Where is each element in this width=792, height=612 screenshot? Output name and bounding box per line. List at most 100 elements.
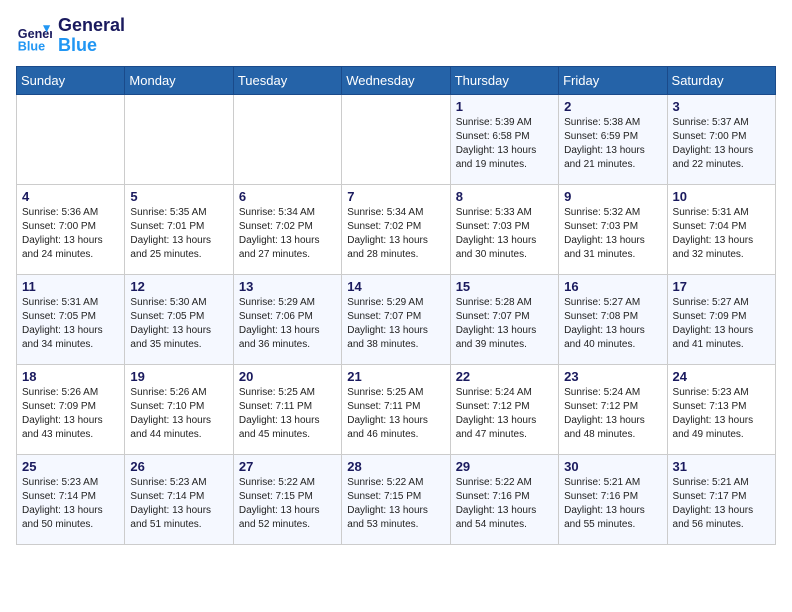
weekday-header: Monday bbox=[125, 66, 233, 94]
day-info: Sunrise: 5:39 AM Sunset: 6:58 PM Dayligh… bbox=[456, 116, 553, 172]
day-number: 12 bbox=[130, 279, 227, 294]
day-info: Sunrise: 5:29 AM Sunset: 7:07 PM Dayligh… bbox=[347, 296, 444, 352]
calendar-cell: 31 Sunrise: 5:21 AM Sunset: 7:17 PM Dayli… bbox=[667, 454, 775, 544]
page-header: General Blue General Blue bbox=[16, 16, 776, 56]
day-info: Sunrise: 5:35 AM Sunset: 7:01 PM Dayligh… bbox=[130, 206, 227, 262]
logo: General Blue General Blue bbox=[16, 16, 125, 56]
day-number: 3 bbox=[673, 99, 770, 114]
day-number: 11 bbox=[22, 279, 119, 294]
day-info: Sunrise: 5:33 AM Sunset: 7:03 PM Dayligh… bbox=[456, 206, 553, 262]
day-number: 24 bbox=[673, 369, 770, 384]
day-number: 16 bbox=[564, 279, 661, 294]
calendar-cell: 19 Sunrise: 5:26 AM Sunset: 7:10 PM Dayli… bbox=[125, 364, 233, 454]
day-info: Sunrise: 5:22 AM Sunset: 7:16 PM Dayligh… bbox=[456, 476, 553, 532]
day-info: Sunrise: 5:23 AM Sunset: 7:13 PM Dayligh… bbox=[673, 386, 770, 442]
calendar-cell: 14 Sunrise: 5:29 AM Sunset: 7:07 PM Dayli… bbox=[342, 274, 450, 364]
day-info: Sunrise: 5:28 AM Sunset: 7:07 PM Dayligh… bbox=[456, 296, 553, 352]
weekday-header: Friday bbox=[559, 66, 667, 94]
day-number: 20 bbox=[239, 369, 336, 384]
weekday-header: Tuesday bbox=[233, 66, 341, 94]
calendar-cell: 4Sunrise: 5:36 AM Sunset: 7:00 PM Daylig… bbox=[17, 184, 125, 274]
weekday-header: Wednesday bbox=[342, 66, 450, 94]
day-number: 1 bbox=[456, 99, 553, 114]
day-info: Sunrise: 5:23 AM Sunset: 7:14 PM Dayligh… bbox=[22, 476, 119, 532]
calendar-cell: 25Sunrise: 5:23 AM Sunset: 7:14 PM Dayli… bbox=[17, 454, 125, 544]
day-number: 8 bbox=[456, 189, 553, 204]
day-number: 28 bbox=[347, 459, 444, 474]
calendar-cell bbox=[125, 94, 233, 184]
weekday-header: Sunday bbox=[17, 66, 125, 94]
calendar-week-row: 25Sunrise: 5:23 AM Sunset: 7:14 PM Dayli… bbox=[17, 454, 776, 544]
calendar-cell bbox=[342, 94, 450, 184]
calendar-cell: 22 Sunrise: 5:24 AM Sunset: 7:12 PM Dayli… bbox=[450, 364, 558, 454]
day-number: 5 bbox=[130, 189, 227, 204]
day-number: 22 bbox=[456, 369, 553, 384]
calendar-cell: 7 Sunrise: 5:34 AM Sunset: 7:02 PM Daylig… bbox=[342, 184, 450, 274]
calendar-cell: 9 Sunrise: 5:32 AM Sunset: 7:03 PM Daylig… bbox=[559, 184, 667, 274]
calendar-table: SundayMondayTuesdayWednesdayThursdayFrid… bbox=[16, 66, 776, 545]
calendar-cell: 5 Sunrise: 5:35 AM Sunset: 7:01 PM Daylig… bbox=[125, 184, 233, 274]
day-info: Sunrise: 5:21 AM Sunset: 7:17 PM Dayligh… bbox=[673, 476, 770, 532]
day-info: Sunrise: 5:27 AM Sunset: 7:09 PM Dayligh… bbox=[673, 296, 770, 352]
day-number: 26 bbox=[130, 459, 227, 474]
day-info: Sunrise: 5:34 AM Sunset: 7:02 PM Dayligh… bbox=[347, 206, 444, 262]
calendar-cell bbox=[233, 94, 341, 184]
calendar-cell: 29Sunrise: 5:22 AM Sunset: 7:16 PM Dayli… bbox=[450, 454, 558, 544]
weekday-header: Thursday bbox=[450, 66, 558, 94]
calendar-cell: 30Sunrise: 5:21 AM Sunset: 7:16 PM Dayli… bbox=[559, 454, 667, 544]
day-number: 6 bbox=[239, 189, 336, 204]
day-number: 14 bbox=[347, 279, 444, 294]
day-number: 10 bbox=[673, 189, 770, 204]
logo-icon: General Blue bbox=[16, 18, 52, 54]
calendar-cell: 8 Sunrise: 5:33 AM Sunset: 7:03 PM Daylig… bbox=[450, 184, 558, 274]
calendar-cell: 13Sunrise: 5:29 AM Sunset: 7:06 PM Dayli… bbox=[233, 274, 341, 364]
day-info: Sunrise: 5:24 AM Sunset: 7:12 PM Dayligh… bbox=[456, 386, 553, 442]
calendar-cell: 10Sunrise: 5:31 AM Sunset: 7:04 PM Dayli… bbox=[667, 184, 775, 274]
calendar-cell: 17Sunrise: 5:27 AM Sunset: 7:09 PM Dayli… bbox=[667, 274, 775, 364]
day-number: 2 bbox=[564, 99, 661, 114]
day-info: Sunrise: 5:30 AM Sunset: 7:05 PM Dayligh… bbox=[130, 296, 227, 352]
svg-text:Blue: Blue bbox=[18, 39, 45, 53]
day-info: Sunrise: 5:31 AM Sunset: 7:05 PM Dayligh… bbox=[22, 296, 119, 352]
weekday-header: Saturday bbox=[667, 66, 775, 94]
day-info: Sunrise: 5:26 AM Sunset: 7:10 PM Dayligh… bbox=[130, 386, 227, 442]
calendar-cell: 3Sunrise: 5:37 AM Sunset: 7:00 PM Daylig… bbox=[667, 94, 775, 184]
day-number: 19 bbox=[130, 369, 227, 384]
calendar-cell: 6Sunrise: 5:34 AM Sunset: 7:02 PM Daylig… bbox=[233, 184, 341, 274]
day-info: Sunrise: 5:29 AM Sunset: 7:06 PM Dayligh… bbox=[239, 296, 336, 352]
day-number: 21 bbox=[347, 369, 444, 384]
weekday-header-row: SundayMondayTuesdayWednesdayThursdayFrid… bbox=[17, 66, 776, 94]
calendar-week-row: 11 Sunrise: 5:31 AM Sunset: 7:05 PM Dayli… bbox=[17, 274, 776, 364]
calendar-cell: 16 Sunrise: 5:27 AM Sunset: 7:08 PM Dayli… bbox=[559, 274, 667, 364]
calendar-cell: 12 Sunrise: 5:30 AM Sunset: 7:05 PM Dayli… bbox=[125, 274, 233, 364]
day-info: Sunrise: 5:27 AM Sunset: 7:08 PM Dayligh… bbox=[564, 296, 661, 352]
calendar-cell: 11 Sunrise: 5:31 AM Sunset: 7:05 PM Dayli… bbox=[17, 274, 125, 364]
day-number: 31 bbox=[673, 459, 770, 474]
calendar-cell: 21 Sunrise: 5:25 AM Sunset: 7:11 PM Dayli… bbox=[342, 364, 450, 454]
calendar-cell: 20 Sunrise: 5:25 AM Sunset: 7:11 PM Dayli… bbox=[233, 364, 341, 454]
calendar-cell: 2 Sunrise: 5:38 AM Sunset: 6:59 PM Daylig… bbox=[559, 94, 667, 184]
calendar-cell: 28 Sunrise: 5:22 AM Sunset: 7:15 PM Dayli… bbox=[342, 454, 450, 544]
day-info: Sunrise: 5:22 AM Sunset: 7:15 PM Dayligh… bbox=[239, 476, 336, 532]
calendar-cell: 26 Sunrise: 5:23 AM Sunset: 7:14 PM Dayli… bbox=[125, 454, 233, 544]
calendar-cell: 23 Sunrise: 5:24 AM Sunset: 7:12 PM Dayli… bbox=[559, 364, 667, 454]
day-info: Sunrise: 5:38 AM Sunset: 6:59 PM Dayligh… bbox=[564, 116, 661, 172]
calendar-cell: 15Sunrise: 5:28 AM Sunset: 7:07 PM Dayli… bbox=[450, 274, 558, 364]
day-number: 23 bbox=[564, 369, 661, 384]
day-info: Sunrise: 5:25 AM Sunset: 7:11 PM Dayligh… bbox=[347, 386, 444, 442]
day-number: 18 bbox=[22, 369, 119, 384]
calendar-cell: 24 Sunrise: 5:23 AM Sunset: 7:13 PM Dayli… bbox=[667, 364, 775, 454]
day-info: Sunrise: 5:23 AM Sunset: 7:14 PM Dayligh… bbox=[130, 476, 227, 532]
day-info: Sunrise: 5:25 AM Sunset: 7:11 PM Dayligh… bbox=[239, 386, 336, 442]
day-info: Sunrise: 5:32 AM Sunset: 7:03 PM Dayligh… bbox=[564, 206, 661, 262]
calendar-cell bbox=[17, 94, 125, 184]
day-info: Sunrise: 5:22 AM Sunset: 7:15 PM Dayligh… bbox=[347, 476, 444, 532]
day-number: 7 bbox=[347, 189, 444, 204]
day-info: Sunrise: 5:21 AM Sunset: 7:16 PM Dayligh… bbox=[564, 476, 661, 532]
day-info: Sunrise: 5:24 AM Sunset: 7:12 PM Dayligh… bbox=[564, 386, 661, 442]
calendar-cell: 27Sunrise: 5:22 AM Sunset: 7:15 PM Dayli… bbox=[233, 454, 341, 544]
day-number: 9 bbox=[564, 189, 661, 204]
calendar-week-row: 4Sunrise: 5:36 AM Sunset: 7:00 PM Daylig… bbox=[17, 184, 776, 274]
calendar-cell: 18Sunrise: 5:26 AM Sunset: 7:09 PM Dayli… bbox=[17, 364, 125, 454]
day-info: Sunrise: 5:36 AM Sunset: 7:00 PM Dayligh… bbox=[22, 206, 119, 262]
